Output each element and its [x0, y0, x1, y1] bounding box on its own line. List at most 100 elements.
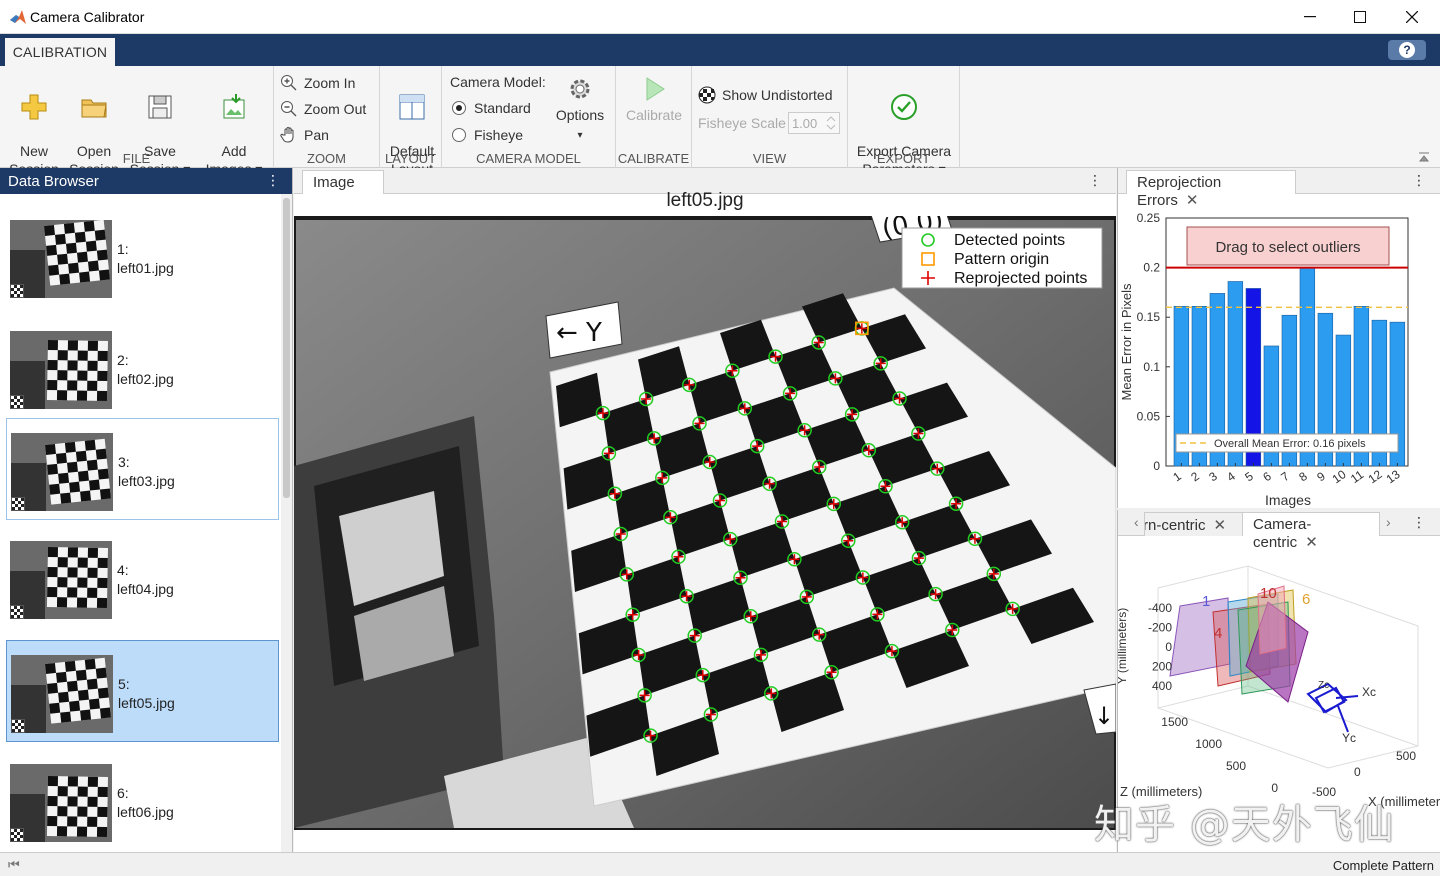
checkerboard-flag-icon — [10, 605, 24, 619]
show-undistorted-label: Show Undistorted — [722, 87, 833, 103]
z-tick-label: 1500 — [1161, 715, 1188, 729]
watermark: 知乎 @天外飞仙 — [1094, 802, 1395, 848]
calibrate-group: Calibrate CALIBRATE — [616, 66, 692, 168]
y-tick-label: 0.1 — [1143, 360, 1160, 374]
board-label: 1 — [1202, 593, 1210, 610]
list-item[interactable]: 1: left01.jpg — [6, 206, 279, 308]
list-item[interactable]: 3: left03.jpg — [6, 418, 279, 520]
image-list[interactable]: 1: left01.jpg 2: left02.jpg 3: left03.jpg 4: le… — [0, 194, 282, 852]
list-item[interactable]: 2: left02.jpg — [6, 317, 279, 419]
options-button[interactable]: Options ▾ — [552, 74, 608, 145]
collapse-ribbon-icon[interactable] — [1418, 151, 1430, 163]
hand-icon — [280, 127, 294, 143]
tab-pattern-centric[interactable]: rn-centric ✕ — [1144, 512, 1256, 536]
close-button[interactable] — [1386, 0, 1438, 34]
save-icon — [148, 95, 172, 119]
cam-label-xc: Xc — [1362, 685, 1376, 699]
data-browser-menu-icon[interactable]: ⋮ — [266, 172, 280, 189]
options-label: Options — [555, 107, 605, 123]
title-bar: Camera Calibrator — [0, 0, 1440, 34]
fisheye-radio[interactable]: Fisheye — [452, 127, 523, 143]
y-tick-label: 0.05 — [1137, 409, 1161, 423]
mean-error-legend-label: Overall Mean Error: 0.16 pixels — [1214, 438, 1366, 450]
x-tick-label: 2 — [1188, 469, 1202, 484]
help-icon: ? — [1399, 42, 1415, 58]
zoom-out-button[interactable]: Zoom Out — [280, 100, 366, 118]
list-item-label: 6: left06.jpg — [117, 784, 174, 822]
calibrate-button[interactable]: Calibrate — [622, 74, 686, 124]
x-tick-label: 10 — [1330, 467, 1349, 486]
list-item[interactable]: 6: left06.jpg — [6, 750, 279, 852]
camera-model-group: Camera Model: Standard Fisheye Options ▾… — [442, 66, 616, 168]
tab-reprojection-errors[interactable]: Reprojection Errors ✕ — [1126, 170, 1296, 209]
fisheye-scale-value: 1.00 — [791, 115, 818, 131]
checkerboard-flag-icon — [10, 828, 24, 842]
file-group: New Session Open Session Save Session ▾ … — [0, 66, 274, 177]
image-thumbnail — [11, 433, 113, 511]
maximize-icon — [1354, 11, 1366, 23]
figure-title: left05.jpg — [666, 190, 744, 211]
x-tick-label: 3 — [1206, 469, 1220, 484]
cam-label-zc: Zc — [1318, 680, 1329, 691]
tab-camera-centric[interactable]: Camera-centric ✕ — [1242, 512, 1380, 551]
y-tick-label: 0 — [1153, 459, 1160, 473]
image-thumbnail — [10, 220, 112, 298]
tab-calibration[interactable]: CALIBRATION — [5, 38, 115, 66]
list-item[interactable]: 5: left05.jpg — [6, 640, 279, 742]
list-item-label: 1: left01.jpg — [117, 240, 174, 278]
close-tab-icon[interactable]: ✕ — [1214, 517, 1227, 534]
camera-glyph — [1306, 682, 1359, 733]
fisheye-scale-spinner[interactable]: 1.00 — [787, 112, 840, 134]
zoom-group-label: ZOOM — [307, 151, 346, 166]
scrollbar-thumb[interactable] — [283, 198, 290, 498]
reprojection-errors-panel: Reprojection Errors ✕ ⋮ 0 0.05 0.1 0.15 0.2 0.… — [1117, 168, 1440, 508]
image-index: 2: — [117, 352, 129, 368]
calibration-image[interactable]: ← Y (0,0) ↓ Detected points Pattern orig… — [294, 216, 1116, 830]
zoom-in-button[interactable]: Zoom In — [280, 74, 355, 92]
x-axis-label: ↓ — [1094, 702, 1114, 730]
list-item[interactable]: 4: left04.jpg — [6, 527, 279, 629]
y-tick-label: 0 — [1165, 640, 1172, 654]
image-filename: left05.jpg — [118, 695, 175, 711]
tab-scroll-right-icon[interactable]: › — [1386, 514, 1391, 530]
status-text: Complete Pattern — [1332, 858, 1434, 873]
folder-icon — [81, 99, 107, 118]
standard-radio[interactable]: Standard — [452, 100, 531, 116]
image-index: 6: — [117, 785, 129, 801]
legend-detected: Detected points — [954, 232, 1065, 249]
tab-scroll-left-icon[interactable]: ‹ — [1134, 514, 1139, 530]
list-item-label: 3: left03.jpg — [118, 453, 175, 491]
reprojection-menu-icon[interactable]: ⋮ — [1412, 172, 1426, 189]
show-undistorted-button[interactable]: Show Undistorted — [698, 86, 833, 104]
pan-button[interactable]: Pan — [280, 126, 329, 144]
x-tick-label: 11 — [1348, 467, 1367, 486]
camera-model-group-label: CAMERA MODEL — [476, 151, 581, 166]
y-axis-label: ← Y — [556, 318, 602, 348]
reprojection-chart[interactable]: 00.050.10.150.20.25 1 2 3 4 5 6 7 8 9 10 11 12 13 Dr… — [1118, 194, 1440, 508]
legend-origin: Pattern origin — [954, 251, 1049, 268]
maximize-button[interactable] — [1334, 0, 1386, 34]
x-tick-label: 1 — [1170, 469, 1184, 484]
image-index: 1: — [117, 241, 129, 257]
extrinsics-menu-icon[interactable]: ⋮ — [1412, 514, 1426, 531]
image-index: 4: — [117, 562, 129, 578]
list-item-label: 5: left05.jpg — [118, 675, 175, 713]
image-panel-menu-icon[interactable]: ⋮ — [1088, 172, 1102, 189]
y-tick-label: -200 — [1148, 621, 1172, 635]
data-browser-scrollbar[interactable] — [281, 194, 292, 852]
help-button[interactable]: ? — [1388, 40, 1426, 60]
camera-model-heading: Camera Model: — [450, 74, 546, 90]
data-browser-panel: Data Browser ⋮ 1: left01.jpg 2: left02.jpg 3… — [0, 168, 293, 852]
ribbon-tabstrip: CALIBRATION ? — [0, 34, 1440, 66]
export-group: Export Camera Parameters ▾ EXPORT — [848, 66, 960, 177]
reprojection-tabbar: Reprojection Errors ✕ ⋮ — [1118, 168, 1440, 209]
cc-ylabel: Y (millimeters) — [1118, 608, 1129, 684]
y-tick-label: 0.2 — [1143, 261, 1160, 275]
tab-image-label: Image — [313, 174, 355, 191]
checkerboard-flag-icon — [10, 395, 24, 409]
minimize-icon — [1304, 16, 1316, 18]
cam-label-yc: Yc — [1342, 731, 1356, 745]
file-group-label: FILE — [122, 151, 151, 166]
minimize-button[interactable] — [1284, 0, 1336, 34]
standard-label: Standard — [474, 100, 531, 116]
